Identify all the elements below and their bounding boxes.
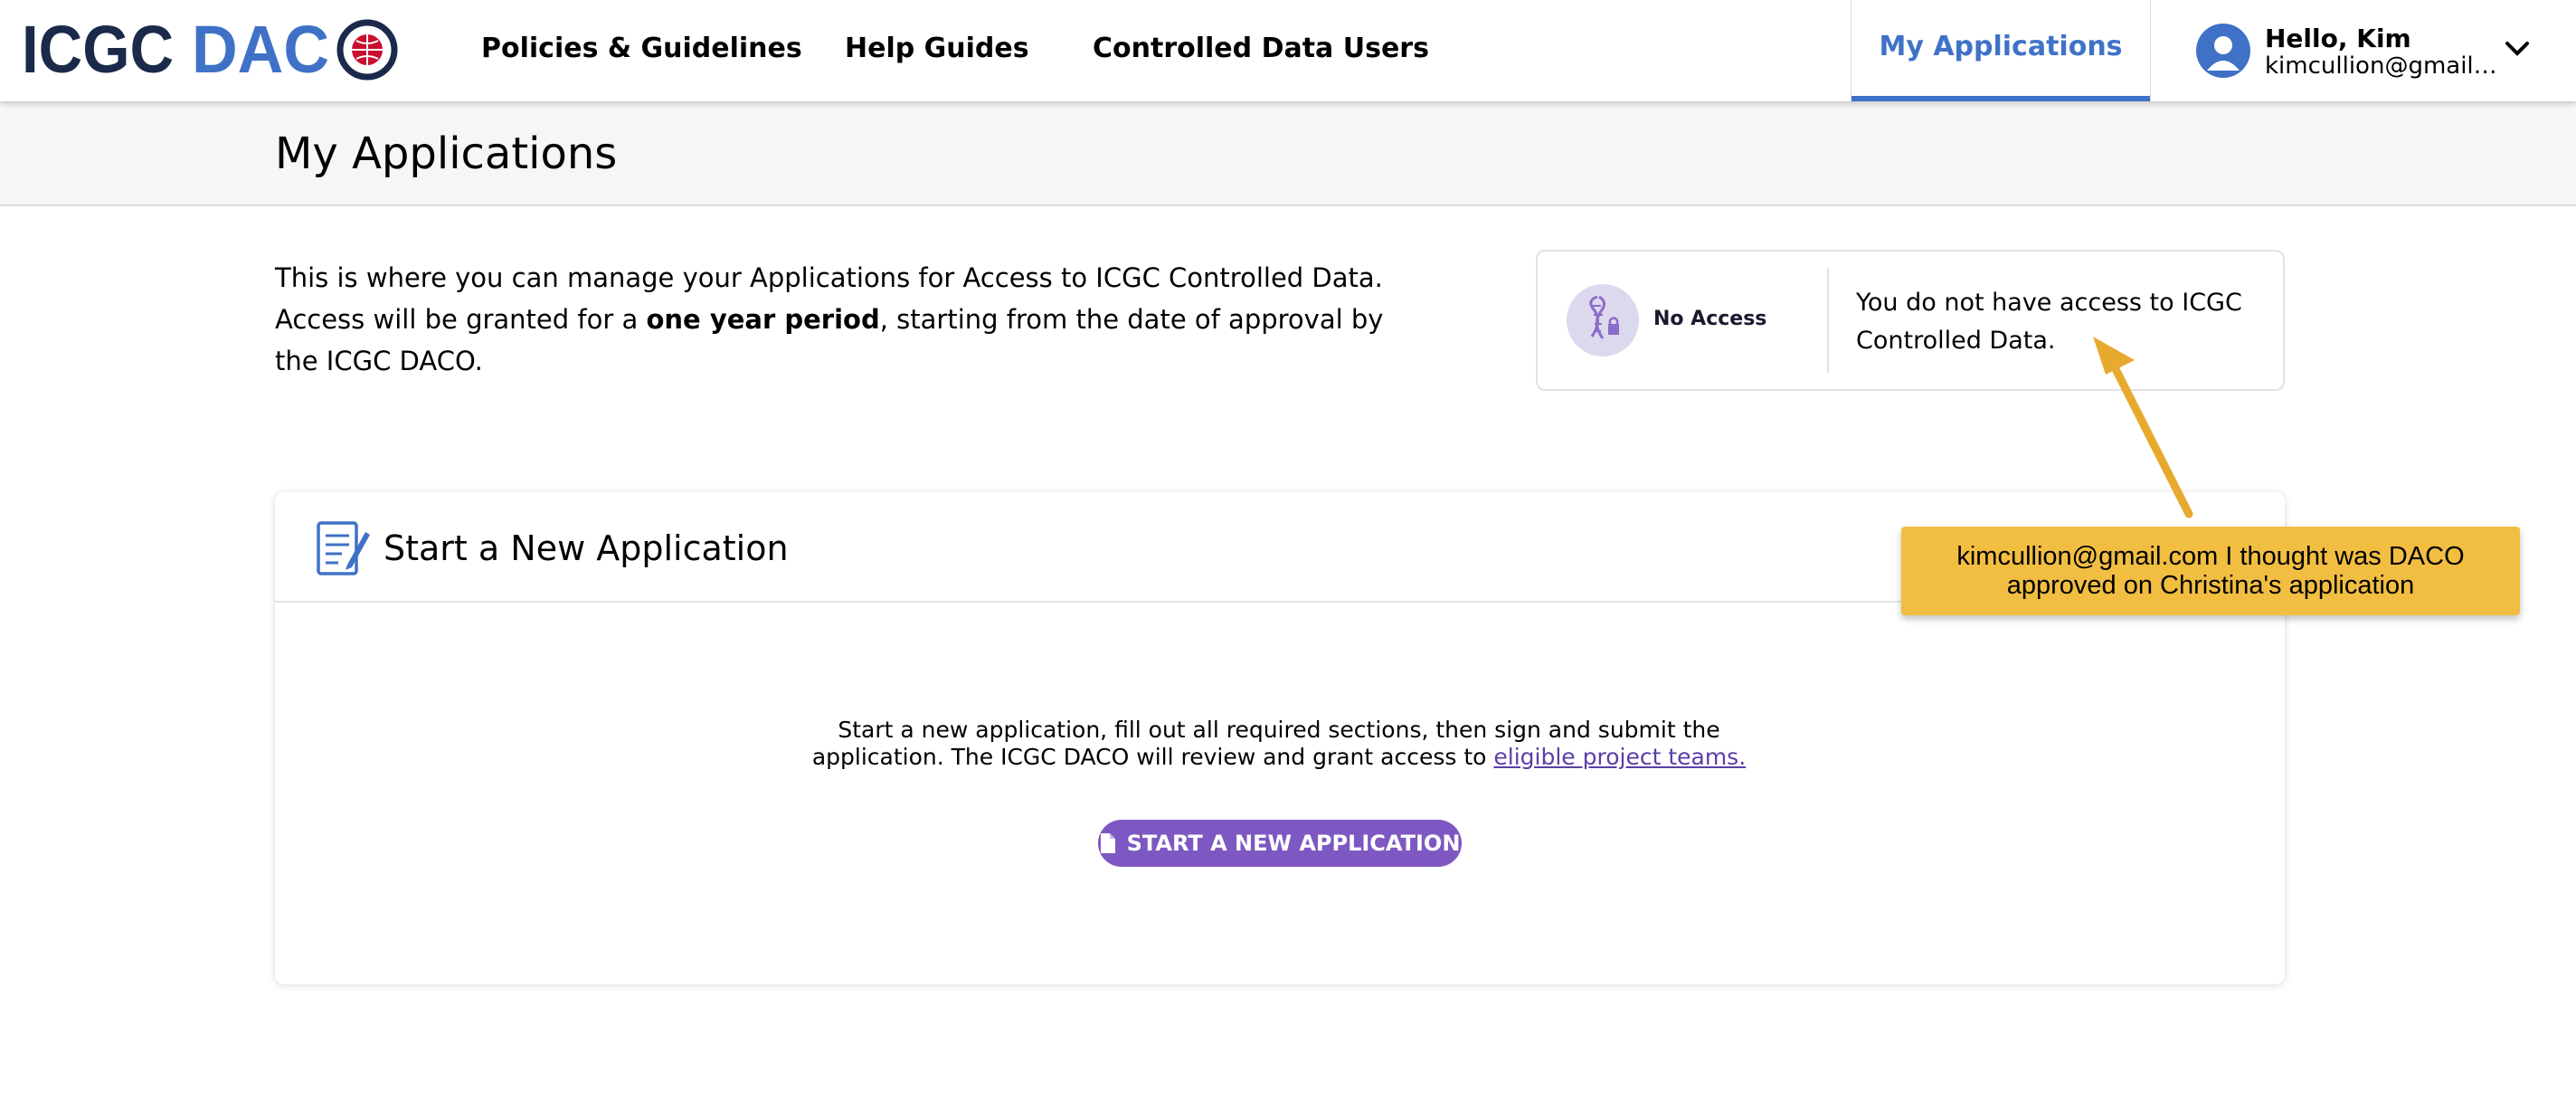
- start-new-application-label: START A NEW APPLICATION: [1126, 831, 1461, 856]
- nav-controlled-data-users[interactable]: Controlled Data Users: [1093, 33, 1429, 64]
- active-tab-indicator: [1852, 96, 2150, 101]
- page-title: My Applications: [275, 128, 618, 179]
- start-application-title: Start a New Application: [384, 528, 789, 568]
- user-email: kimcullion@gmail.com: [2265, 52, 2504, 80]
- annotation-text: kimcullion@gmail.com I thought was DACO …: [1956, 542, 2465, 600]
- access-card-divider: [1827, 268, 1829, 373]
- user-icon: [2196, 24, 2250, 78]
- svg-text:ICGC: ICGC: [22, 18, 174, 81]
- file-icon: [1100, 833, 1115, 853]
- page-title-bar: My Applications: [0, 101, 2576, 206]
- start-application-description: Start a new application, fill out all re…: [809, 717, 1749, 771]
- tab-my-applications-label: My Applications: [1879, 31, 2123, 62]
- start-new-application-button[interactable]: START A NEW APPLICATION: [1098, 820, 1462, 867]
- intro-text-bold: one year period: [646, 304, 880, 335]
- icgc-daco-logo[interactable]: ICGC DAC: [22, 18, 405, 81]
- eligible-project-teams-link[interactable]: eligible project teams.: [1493, 744, 1746, 770]
- tab-my-applications[interactable]: My Applications: [1851, 0, 2151, 101]
- top-navigation-bar: ICGC DAC Policies & Guidelines Help Guid…: [0, 0, 2576, 101]
- annotation-arrow: [2093, 337, 2193, 518]
- access-status-label: No Access: [1653, 308, 1767, 330]
- nav-help-guides[interactable]: Help Guides: [845, 33, 1029, 64]
- user-greeting: Hello, Kim: [2265, 24, 2411, 53]
- user-menu[interactable]: Hello, Kim kimcullion@gmail.com: [2151, 0, 2576, 101]
- intro-text: This is where you can manage your Applic…: [275, 257, 1387, 382]
- svg-text:DAC: DAC: [192, 18, 329, 81]
- document-edit-icon: [317, 521, 370, 575]
- dna-lock-icon: [1567, 284, 1639, 356]
- chevron-down-icon[interactable]: [2504, 38, 2531, 60]
- nav-policies-guidelines[interactable]: Policies & Guidelines: [481, 33, 802, 64]
- annotation-callout: kimcullion@gmail.com I thought was DACO …: [1901, 527, 2520, 615]
